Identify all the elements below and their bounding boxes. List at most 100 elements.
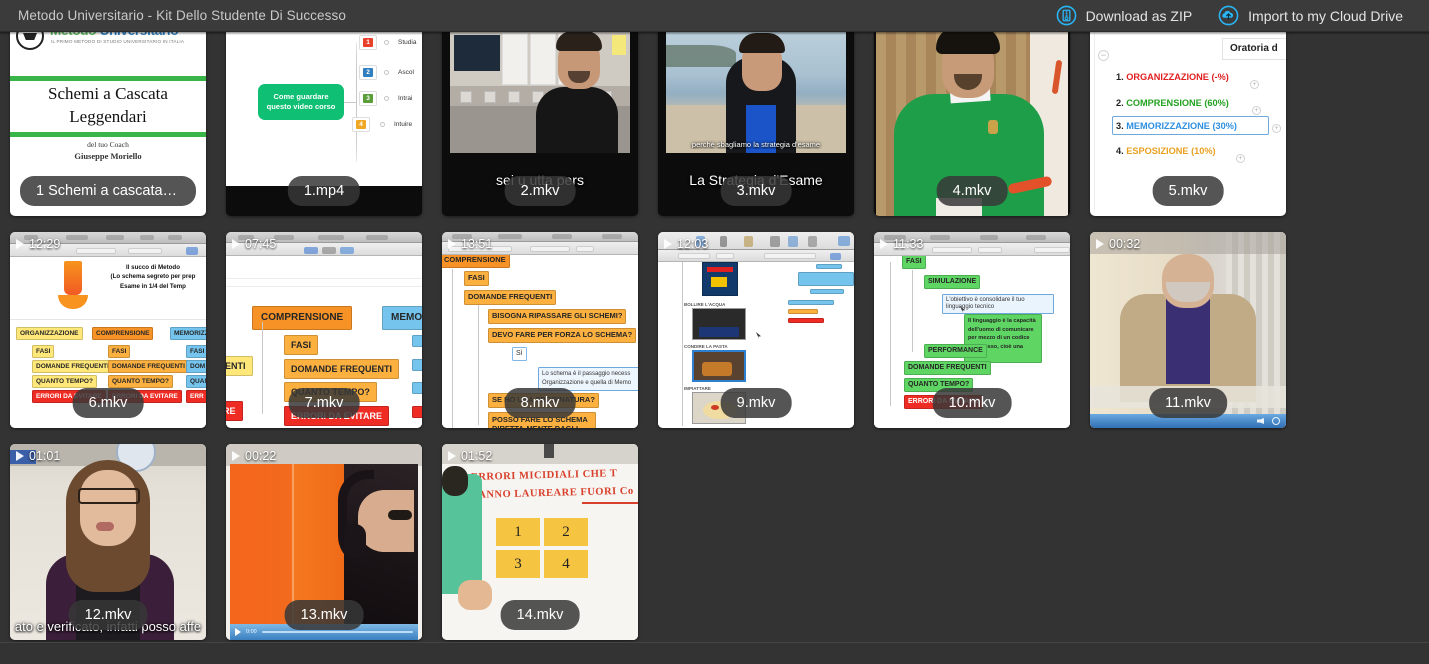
thumbnail-mindmap: BOLLIRE L'ACQUA CONDIRE LA PASTA IMPIATT… bbox=[658, 232, 854, 428]
board-node: POSSO FARE LO SCHEMA DIRETTA-MENTE DAGLI… bbox=[488, 412, 596, 428]
hillside bbox=[666, 45, 736, 67]
grid-item-3-mkv[interactable]: perché sbagliamo la strategia d'esame La… bbox=[658, 32, 854, 216]
grid-item-5-mkv[interactable]: − Oratoria d 1. ORGANIZZAZIONE (-%) + 2.… bbox=[1090, 32, 1286, 216]
grid-item-6-mkv[interactable]: Il succo di Metodo (Lo schema segreto pe… bbox=[10, 232, 206, 428]
board-node: SIMULAZIONE bbox=[924, 275, 981, 290]
expand-icon[interactable]: + bbox=[1272, 124, 1281, 133]
player-controls-bar[interactable] bbox=[1090, 414, 1286, 428]
duration-text: 07:45 bbox=[245, 237, 277, 251]
board-node-title: COMPRENSIONE bbox=[92, 327, 154, 341]
graduation-cap-icon bbox=[16, 32, 44, 50]
mindmap-badge-1: 1 bbox=[359, 35, 377, 50]
board-node-title: ORGANIZZAZIONE bbox=[16, 327, 83, 341]
person-eye bbox=[388, 510, 412, 520]
play-icon bbox=[448, 451, 456, 461]
video-caption: La Strategia d'Esame bbox=[689, 172, 823, 188]
duration-badge: 00:22 bbox=[232, 449, 276, 463]
grid-item-10-mkv[interactable]: FASI SIMULAZIONE L'obiettivo è consolida… bbox=[874, 232, 1070, 428]
board-callout-1: L'obiettivo è consolidare il tuo linguag… bbox=[942, 294, 1054, 314]
duration-badge: 13:51 bbox=[448, 237, 492, 251]
play-icon bbox=[880, 239, 888, 249]
cooking-image-selected bbox=[692, 350, 746, 382]
duration-badge: 07:45 bbox=[232, 237, 276, 251]
node-label: BOLLIRE L'ACQUA bbox=[684, 302, 726, 307]
row-label: MEMORIZZAZIONE (30%) bbox=[1126, 121, 1237, 131]
collapse-icon[interactable]: − bbox=[1098, 50, 1109, 61]
grid-item-1-mp4[interactable]: Come guardare questo video corso 1 Studi… bbox=[226, 32, 422, 216]
node-label: CONDIRE LA PASTA bbox=[684, 344, 728, 349]
grid-item-12-mkv[interactable]: ato e verificato, infatti posso affe 01:… bbox=[10, 444, 206, 640]
brand-universitario: Universitario bbox=[100, 32, 179, 38]
node-label: IMPIATTARE bbox=[684, 386, 711, 391]
board-node: DOMANDE FREQUENTI bbox=[464, 290, 557, 305]
board-node: DOMANDE FREQUENTI bbox=[284, 359, 399, 380]
player-controls-bar[interactable]: 0:00 bbox=[230, 624, 418, 640]
grid-item-2-mkv[interactable]: sei u utta pers 2.mkv bbox=[442, 32, 638, 216]
duration-badge: 12:29 bbox=[16, 237, 60, 251]
play-button-icon[interactable] bbox=[235, 628, 241, 636]
grid-item-13-mkv[interactable]: 0:00 00:22 13.mkv bbox=[226, 444, 422, 640]
expand-icon[interactable]: + bbox=[1236, 154, 1245, 163]
duration-badge: 12:03 bbox=[664, 237, 708, 251]
orange-juice-glass bbox=[64, 261, 82, 295]
app-header: Metodo Universitario - Kit Dello Student… bbox=[0, 0, 1429, 32]
import-to-cloud-drive-label: Import to my Cloud Drive bbox=[1248, 7, 1403, 24]
grid-item-11-mkv[interactable]: 00:32 11.mkv bbox=[1090, 232, 1286, 428]
board-node: PERFORMANCE bbox=[924, 344, 987, 359]
grid-item-8-mkv[interactable]: COMPRENSIONE FASI DOMANDE FREQUENTI BISO… bbox=[442, 232, 638, 428]
mindmap-badge-2: 2 bbox=[359, 65, 377, 80]
heading-line: Esame in 1/4 del Temp bbox=[120, 282, 186, 290]
import-to-cloud-drive-button[interactable]: Import to my Cloud Drive bbox=[1218, 5, 1403, 26]
mindmap-dot bbox=[384, 70, 389, 75]
headphone-cup bbox=[344, 524, 366, 558]
board-node: DEVO FARE PER FORZA LO SCHEMA? bbox=[488, 328, 637, 343]
file-grid-scroll-area[interactable]: Metodo Universitario IL PRIMO METODO DI … bbox=[0, 32, 1429, 653]
oratoria-row-2: 2. COMPRENSIONE (60%) bbox=[1116, 98, 1229, 108]
mindmap-dot bbox=[384, 96, 389, 101]
board-node: QUANTO TEMPO? bbox=[284, 382, 377, 403]
board-node: SE HO UNA SBOBINATURA? bbox=[488, 393, 599, 408]
badge-number: 3 bbox=[363, 94, 373, 103]
grid-item-9-mkv[interactable]: BOLLIRE L'ACQUA CONDIRE LA PASTA IMPIATT… bbox=[658, 232, 854, 428]
grid-item-7-mkv[interactable]: COMPRENSIONE MEMO ENTI RE FASI DOMANDE F… bbox=[226, 232, 422, 428]
grid-item-14-mkv[interactable]: 4 ERRORI MICIDIALI CHE T FARANNO LAUREAR… bbox=[442, 444, 638, 640]
board-node-error: ERRORI DA EVITARE bbox=[108, 390, 182, 404]
whiteboard-tile-1: 1 bbox=[496, 518, 540, 546]
badge-number: 2 bbox=[363, 68, 373, 77]
thumbnail-video: perché sbagliamo la strategia d'esame La… bbox=[658, 32, 854, 216]
mindmap-badge-3: 3 bbox=[359, 91, 377, 106]
board-node: QUAN bbox=[186, 375, 206, 389]
row-number: 1. bbox=[1116, 72, 1124, 82]
mindmap-canvas: COMPRENSIONE MEMO ENTI RE FASI DOMANDE F… bbox=[226, 256, 422, 428]
mindmap-canvas: BOLLIRE L'ACQUA CONDIRE LA PASTA IMPIATT… bbox=[658, 262, 854, 428]
grid-item-schemi-a-cascata[interactable]: Metodo Universitario IL PRIMO METODO DI … bbox=[10, 32, 206, 216]
duration-badge: 00:32 bbox=[1096, 237, 1140, 251]
seek-bar[interactable] bbox=[261, 631, 413, 633]
row-label: ORGANIZZAZIONE (-%) bbox=[1126, 72, 1229, 82]
video-frame bbox=[450, 32, 630, 153]
person-head bbox=[442, 466, 468, 496]
download-as-zip-button[interactable]: Download as ZIP bbox=[1056, 5, 1192, 26]
person-torso bbox=[536, 87, 618, 153]
thumbnail-mindmap: COMPRENSIONE FASI DOMANDE FREQUENTI BISO… bbox=[442, 232, 638, 428]
duration-text: 12:03 bbox=[677, 237, 709, 251]
board-node-title: COMPRENSIONE bbox=[252, 306, 353, 330]
expand-icon[interactable]: + bbox=[1250, 80, 1259, 89]
volume-icon[interactable] bbox=[1257, 418, 1264, 424]
mindmap-root-node: Come guardare questo video corso bbox=[258, 84, 344, 120]
oratoria-row-4: 4. ESPOSIZIONE (10%) bbox=[1116, 146, 1216, 156]
gear-icon[interactable] bbox=[1272, 417, 1280, 425]
expand-icon[interactable]: + bbox=[1252, 106, 1261, 115]
duration-text: 00:22 bbox=[245, 449, 277, 463]
board-node: BISOGNA RIPASSARE GLI SCHEMI? bbox=[488, 309, 627, 324]
whiteboard-tile-3: 3 bbox=[496, 550, 540, 578]
person-hand bbox=[458, 580, 492, 610]
photo bbox=[508, 91, 520, 103]
person-hair bbox=[739, 33, 785, 53]
person-sleeve bbox=[936, 198, 982, 216]
app-format-bar bbox=[658, 250, 854, 262]
row-label: ESPOSIZIONE (10%) bbox=[1126, 146, 1216, 156]
player-time: 0:00 bbox=[246, 629, 257, 635]
board-node: FASI bbox=[186, 345, 206, 359]
grid-item-4-mkv[interactable]: 4.mkv bbox=[874, 32, 1070, 216]
